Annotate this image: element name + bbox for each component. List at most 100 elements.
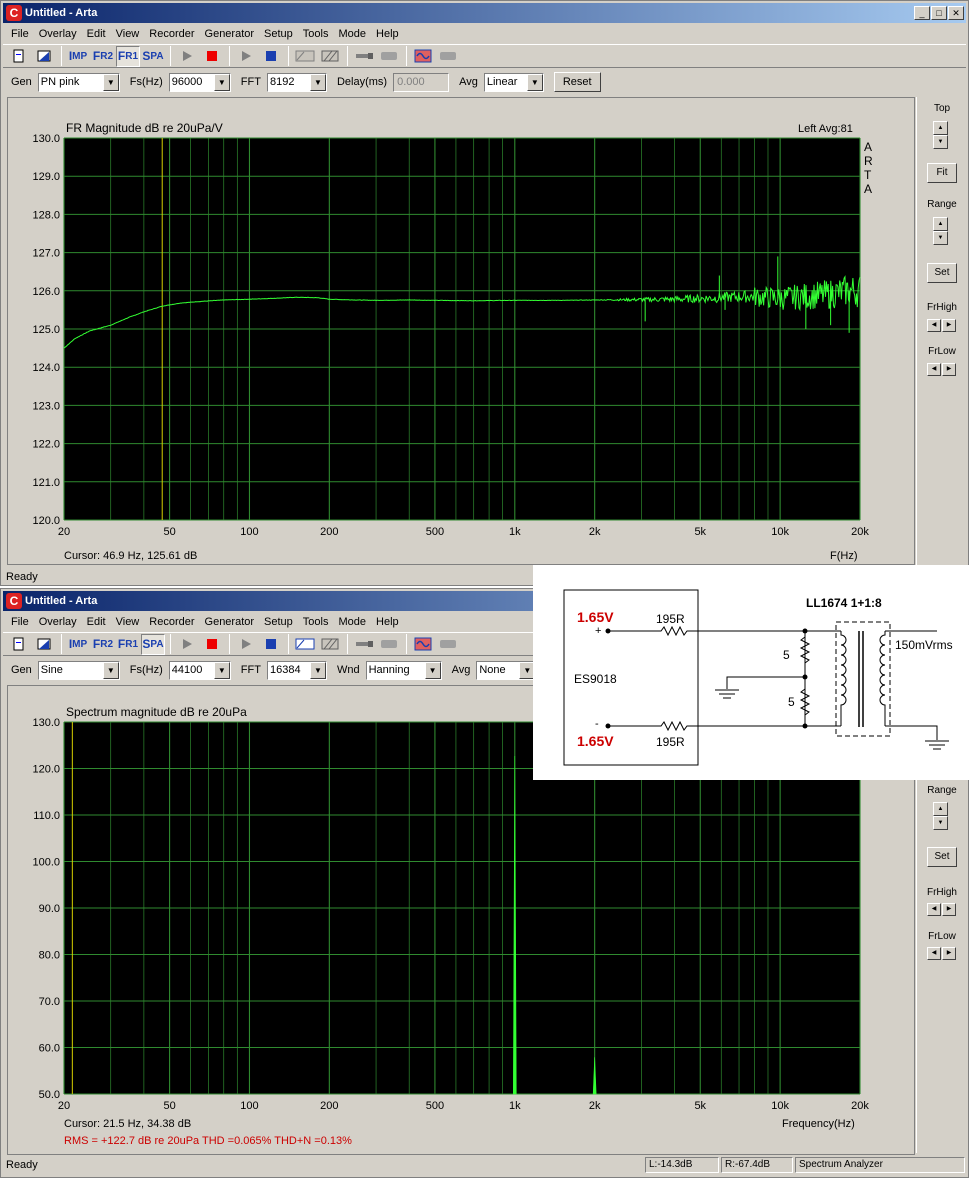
set-button[interactable]: Set (927, 847, 957, 867)
fr1-mode-icon[interactable]: F R1 (116, 45, 140, 67)
menu-view[interactable]: View (112, 616, 146, 628)
frlow-left-button[interactable]: ◀ (927, 947, 941, 960)
chevron-down-icon[interactable]: ▼ (309, 73, 326, 91)
fft-select[interactable]: 8192 ▼ (266, 72, 327, 92)
avg-select[interactable]: None ▼ (476, 660, 537, 680)
menu-generator[interactable]: Generator (201, 28, 261, 40)
gen-select[interactable]: PN pink ▼ (37, 72, 120, 92)
menu-overlay[interactable]: Overlay (35, 616, 83, 628)
range-up-button[interactable]: ▲ (933, 802, 948, 816)
gray-box-icon[interactable] (377, 46, 401, 67)
imp-mode-icon[interactable]: I MP (66, 634, 90, 655)
close-button[interactable]: ✕ (948, 6, 964, 20)
fs-select[interactable]: 96000 ▼ (168, 72, 231, 92)
minimize-button[interactable]: _ (914, 6, 930, 20)
chevron-down-icon[interactable]: ▼ (526, 73, 543, 91)
menu-file[interactable]: File (7, 616, 35, 628)
menu-recorder[interactable]: Recorder (145, 28, 200, 40)
play-icon[interactable] (175, 46, 199, 67)
gray-box-2-icon[interactable] (436, 634, 460, 655)
stop-generator-icon[interactable] (259, 634, 283, 655)
maximize-button[interactable]: □ (931, 6, 947, 20)
frlow-right-button[interactable]: ▶ (942, 363, 956, 376)
spa-mode-icon[interactable]: S PA (141, 633, 165, 655)
range-down-button[interactable]: ▼ (933, 816, 948, 830)
delay-label: Delay(ms) (336, 76, 388, 88)
arta-app-icon[interactable]: C (6, 5, 22, 21)
stop-icon[interactable] (200, 634, 224, 655)
range-down-button[interactable]: ▼ (933, 231, 948, 245)
frhigh-left-button[interactable]: ◀ (927, 903, 941, 916)
abc-overlay-icon[interactable] (293, 634, 317, 655)
menu-help[interactable]: Help (372, 616, 405, 628)
probe-icon[interactable] (352, 634, 376, 655)
signal-wave-icon[interactable] (411, 46, 435, 67)
range-label: Range (927, 199, 957, 210)
frlow-right-button[interactable]: ▶ (942, 947, 956, 960)
new-file-icon[interactable] (7, 46, 31, 67)
menu-mode[interactable]: Mode (334, 616, 372, 628)
menu-setup[interactable]: Setup (260, 28, 299, 40)
menu-overlay[interactable]: Overlay (35, 28, 83, 40)
toolbar-separator (170, 634, 171, 654)
frhigh-right-button[interactable]: ▶ (942, 903, 956, 916)
chevron-down-icon[interactable]: ▼ (309, 661, 326, 679)
probe-icon[interactable] (352, 46, 376, 67)
frhigh-right-button[interactable]: ▶ (942, 319, 956, 332)
open-file-icon[interactable] (32, 46, 56, 67)
play-generator-icon[interactable] (234, 46, 258, 67)
gray-box-2-icon[interactable] (436, 46, 460, 67)
new-file-icon[interactable] (7, 634, 31, 655)
chevron-down-icon[interactable]: ▼ (102, 73, 119, 91)
x-tick-label: 10k (771, 526, 789, 538)
frlow-left-button[interactable]: ◀ (927, 363, 941, 376)
top-down-button[interactable]: ▼ (933, 135, 948, 149)
fft-select[interactable]: 16384 ▼ (266, 660, 327, 680)
play-icon[interactable] (175, 634, 199, 655)
frhigh-left-button[interactable]: ◀ (927, 319, 941, 332)
menu-edit[interactable]: Edit (83, 616, 112, 628)
delay-input[interactable]: 0.000 (393, 72, 450, 92)
fr1-mode-icon[interactable]: F R1 (116, 634, 140, 655)
menu-generator[interactable]: Generator (201, 616, 261, 628)
range-up-button[interactable]: ▲ (933, 217, 948, 231)
chevron-down-icon[interactable]: ▼ (213, 661, 230, 679)
imp-mode-icon[interactable]: I MP (66, 46, 90, 67)
menu-view[interactable]: View (112, 28, 146, 40)
fs-select[interactable]: 44100 ▼ (168, 660, 231, 680)
fr-chart[interactable]: FR Magnitude dB re 20uPa/V Left Avg:81 A… (8, 98, 914, 564)
abc-overlay-icon[interactable] (293, 46, 317, 67)
top-up-button[interactable]: ▲ (933, 121, 948, 135)
toolbar: I MP F R2 F R1 S PA (3, 44, 966, 68)
menu-tools[interactable]: Tools (299, 28, 335, 40)
fit-button[interactable]: Fit (927, 163, 957, 183)
gen-select[interactable]: Sine ▼ (37, 660, 120, 680)
stop-generator-icon[interactable] (259, 46, 283, 67)
play-generator-icon[interactable] (234, 634, 258, 655)
chevron-down-icon[interactable]: ▼ (424, 661, 441, 679)
menu-edit[interactable]: Edit (83, 28, 112, 40)
gray-box-icon[interactable] (377, 634, 401, 655)
open-file-icon[interactable] (32, 634, 56, 655)
signal-wave-icon[interactable] (411, 634, 435, 655)
hatch-icon[interactable] (318, 634, 342, 655)
reset-button[interactable]: Reset (553, 72, 601, 92)
title-bar[interactable]: C Untitled - Arta _ □ ✕ (3, 3, 966, 23)
stop-icon[interactable] (200, 46, 224, 67)
menu-recorder[interactable]: Recorder (145, 616, 200, 628)
arta-app-icon[interactable]: C (6, 593, 22, 609)
set-button[interactable]: Set (927, 263, 957, 283)
chevron-down-icon[interactable]: ▼ (213, 73, 230, 91)
menu-tools[interactable]: Tools (299, 616, 335, 628)
spa-mode-icon[interactable]: S PA (141, 46, 165, 67)
menu-help[interactable]: Help (372, 28, 405, 40)
menu-file[interactable]: File (7, 28, 35, 40)
menu-setup[interactable]: Setup (260, 616, 299, 628)
fr2-mode-icon[interactable]: F R2 (91, 46, 115, 67)
avg-select[interactable]: Linear ▼ (483, 72, 544, 92)
menu-mode[interactable]: Mode (334, 28, 372, 40)
fr2-mode-icon[interactable]: F R2 (91, 634, 115, 655)
chevron-down-icon[interactable]: ▼ (102, 661, 119, 679)
wnd-select[interactable]: Hanning ▼ (365, 660, 442, 680)
hatch-icon[interactable] (318, 46, 342, 67)
